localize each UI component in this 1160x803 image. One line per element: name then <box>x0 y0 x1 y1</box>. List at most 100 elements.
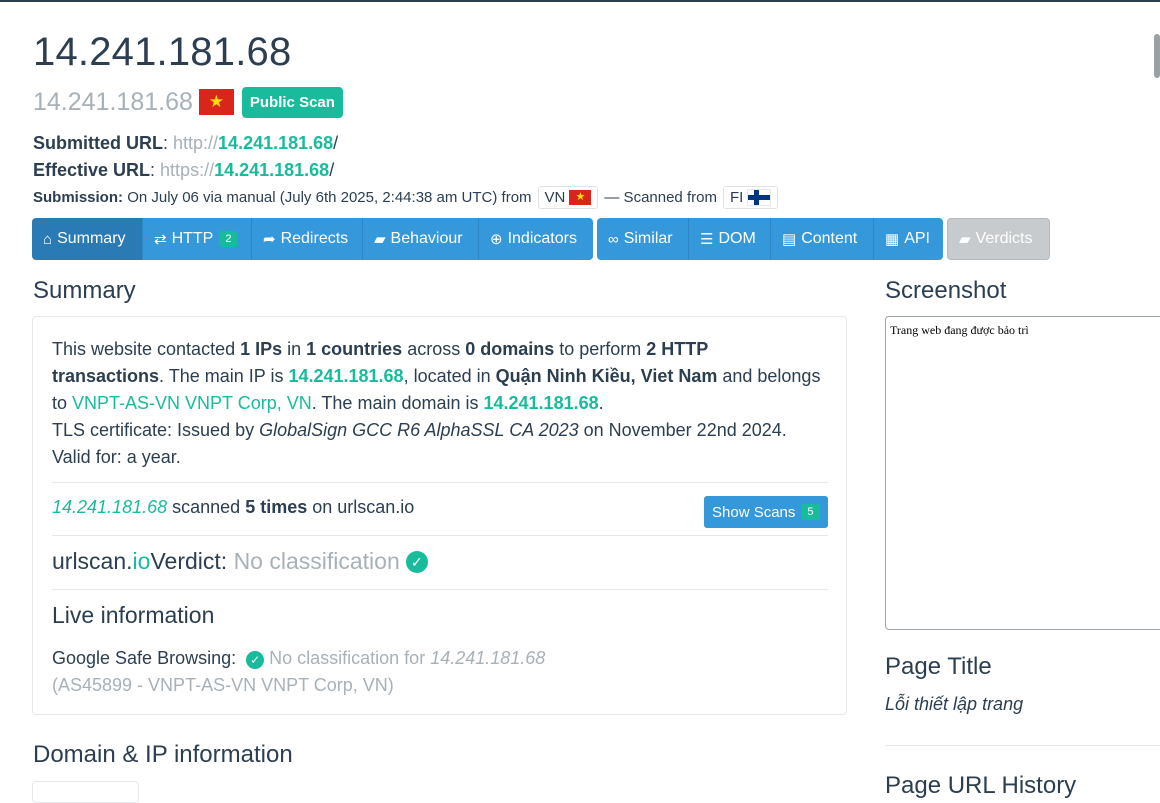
page-title-heading: Page Title <box>885 653 992 680</box>
check-circle-icon: ✓ <box>246 651 265 669</box>
verdict-value: No classification <box>233 548 400 574</box>
tab-bar: ⌂ Summary ⇄ HTTP 2 ➦ Redirects ▰ Behaviour ⊕ I… <box>32 218 1050 260</box>
list-icon: ☰ <box>700 231 714 248</box>
tab-indicators-label: Indicators <box>507 230 577 247</box>
tab-group-content: ∞ Similar ☰ DOM ▤ Content ▦ API <box>597 218 943 260</box>
scanned-ip-link[interactable]: 14.241.181.68 <box>52 497 167 517</box>
file-icon: ▤ <box>782 231 797 248</box>
tab-similar[interactable]: ∞ Similar <box>597 218 689 260</box>
qrcode-icon: ▦ <box>885 231 900 248</box>
location: Quận Ninh Kiều, Viet Nam <box>495 366 718 386</box>
gsb-ip: 14.241.181.68 <box>430 648 546 668</box>
show-scans-count-badge: 5 <box>801 504 820 520</box>
verdict-label: Verdict: <box>150 548 228 574</box>
summary-text-fragment: , located in <box>403 366 496 386</box>
tab-verdicts-label: Verdicts <box>975 230 1033 247</box>
submission-line: Submission: On July 06 via manual (July … <box>33 186 784 209</box>
submission-country-code: VN <box>544 189 566 206</box>
tab-behaviour[interactable]: ▰ Behaviour <box>363 218 479 260</box>
domain-ip-panel <box>32 781 139 803</box>
exchange-icon: ⇄ <box>154 231 167 248</box>
page-subtitle: 14.241.181.68 <box>33 87 193 116</box>
gsb-asn: (AS45899 - VNPT-AS-VN VNPT Corp, VN) <box>52 675 394 695</box>
tab-dom-label: DOM <box>718 230 756 247</box>
summary-text-fragment: to perform <box>554 339 647 359</box>
submitted-url-scheme: http:// <box>173 133 219 153</box>
subtitle-row: 14.241.181.68 ★ Public Scan <box>33 86 343 118</box>
summary-description: This website contacted 1 IPs in 1 countr… <box>52 336 822 471</box>
scrollbar-thumb[interactable] <box>1154 34 1160 78</box>
gsb-label: Google Safe Browsing: <box>52 648 237 668</box>
submitted-url-line: Submitted URL: http://14.241.181.68/ <box>33 133 339 153</box>
submission-label: Submission: <box>33 189 124 206</box>
scan-country-chip[interactable]: FI <box>722 186 779 209</box>
page-title: 14.241.181.68 <box>33 30 292 74</box>
vietnam-flag-icon: ★ <box>569 190 592 205</box>
divider <box>52 589 828 590</box>
tab-redirects[interactable]: ➦ Redirects <box>252 218 363 260</box>
effective-url-line: Effective URL: https://14.241.181.68/ <box>33 160 335 180</box>
summary-text-fragment: in <box>282 339 307 359</box>
domain-count: 0 domains <box>465 339 555 359</box>
screenshot-page-text: Trang web đang được bảo trì <box>890 323 1029 337</box>
summary-text-fragment: across <box>402 339 466 359</box>
tab-api-label: API <box>904 230 930 247</box>
link-icon: ∞ <box>608 230 619 248</box>
submitted-url-label: Submitted URL <box>33 133 163 153</box>
effective-url-host-link[interactable]: 14.241.181.68 <box>214 160 329 180</box>
tab-api[interactable]: ▦ API <box>874 218 943 260</box>
divider <box>52 482 828 483</box>
google-safe-browsing: Google Safe Browsing: ✓ No classification… <box>52 645 545 699</box>
divider <box>52 535 828 536</box>
urlscan-verdict: urlscan. io Verdict: No classification ✓ <box>52 548 428 575</box>
comment-icon: ▰ <box>374 231 386 248</box>
tls-issuer: GlobalSign GCC R6 AlphaSSL CA 2023 <box>259 420 579 440</box>
tab-http-label: HTTP <box>171 230 214 247</box>
scanned-text: on urlscan.io <box>307 497 415 517</box>
scanned-times: 5 times <box>245 497 308 517</box>
screenshot-heading: Screenshot <box>885 277 1007 304</box>
tab-indicators[interactable]: ⊕ Indicators <box>479 218 593 260</box>
tab-content[interactable]: ▤ Content <box>771 218 874 260</box>
share-arrow-icon: ➦ <box>263 231 276 248</box>
country-count: 1 countries <box>306 339 403 359</box>
scanned-text: scanned <box>167 497 246 517</box>
effective-url-path: / <box>329 160 335 180</box>
screenshot-thumbnail[interactable]: Trang web đang được bảo trì <box>885 316 1160 630</box>
main-domain-link[interactable]: 14.241.181.68 <box>484 393 599 413</box>
tls-text: TLS certificate: Issued by <box>52 420 260 440</box>
domain-ip-heading: Domain & IP information <box>33 741 293 768</box>
vietnam-flag-icon: ★ <box>198 89 234 115</box>
submitted-url-path: / <box>333 133 339 153</box>
asn-link[interactable]: VNPT-AS-VN VNPT Corp, VN <box>72 393 312 413</box>
http-count-badge: 2 <box>219 231 238 247</box>
submitted-url-host-link[interactable]: 14.241.181.68 <box>218 133 333 153</box>
crosshairs-icon: ⊕ <box>490 231 503 248</box>
live-information-heading: Live information <box>52 602 215 628</box>
verdict-brand-io: io <box>132 548 151 574</box>
summary-text-fragment: . The main domain is <box>311 393 484 413</box>
scan-country-code: FI <box>729 189 744 206</box>
verdict-brand: urlscan. <box>52 548 133 574</box>
submission-text: On July 06 via manual (July 6th 2025, 2:… <box>127 189 532 206</box>
show-scans-label: Show Scans <box>712 503 796 521</box>
tab-http[interactable]: ⇄ HTTP 2 <box>143 218 252 260</box>
show-scans-button[interactable]: Show Scans 5 <box>704 496 828 528</box>
main-ip-link[interactable]: 14.241.181.68 <box>288 366 403 386</box>
summary-text-fragment: . The main IP is <box>159 366 289 386</box>
comment-icon: ▰ <box>959 231 971 248</box>
page-title-value: Lỗi thiết lập trang <box>885 694 1024 714</box>
submission-country-chip[interactable]: VN ★ <box>537 186 599 209</box>
tab-content-label: Content <box>801 230 858 247</box>
divider <box>885 745 1160 746</box>
check-circle-icon: ✓ <box>405 550 428 573</box>
tab-dom[interactable]: ☰ DOM <box>689 218 771 260</box>
summary-text-fragment: This website contacted <box>52 339 241 359</box>
tab-similar-label: Similar <box>623 230 673 247</box>
public-scan-badge: Public Scan <box>241 86 343 118</box>
scan-count-line: 14.241.181.68 scanned 5 times on urlscan… <box>52 497 414 518</box>
tab-verdicts[interactable]: ▰ Verdicts <box>947 218 1050 260</box>
tab-summary[interactable]: ⌂ Summary <box>32 218 143 260</box>
finland-flag-icon <box>747 189 772 206</box>
summary-text-fragment: . <box>598 393 604 413</box>
